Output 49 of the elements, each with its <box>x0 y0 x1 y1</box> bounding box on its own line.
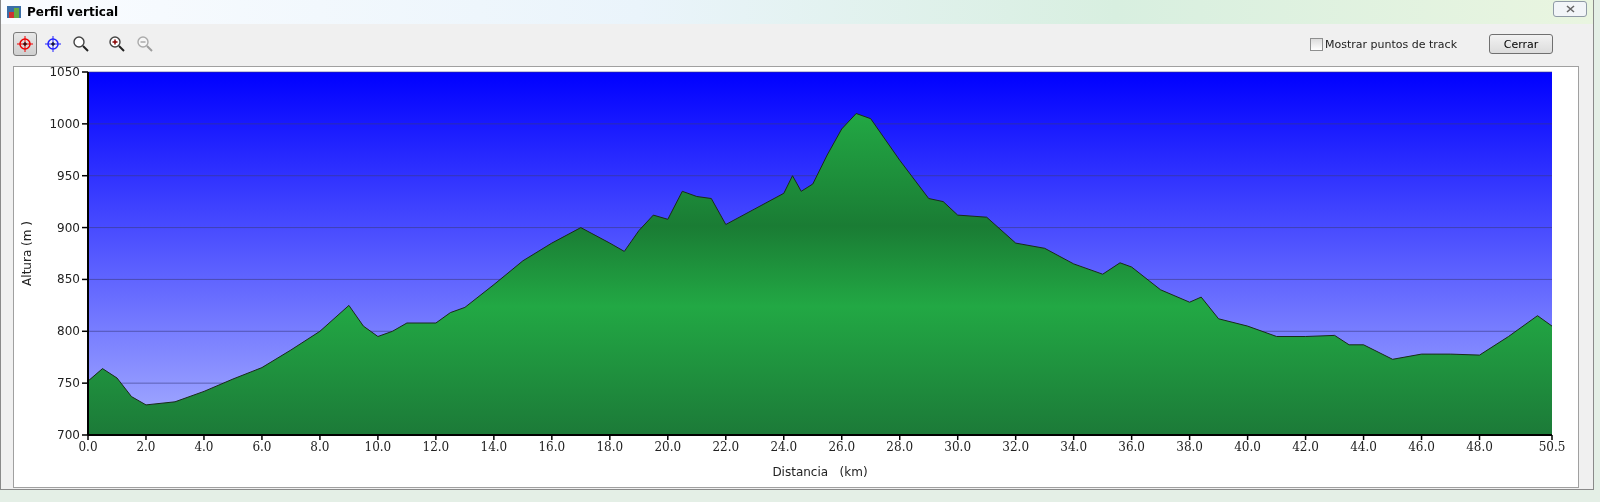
x-tick-label: 48.0 <box>1466 440 1493 454</box>
y-tick-label: 750 <box>57 376 80 391</box>
zoom-in-icon <box>108 35 126 53</box>
x-tick-label: 0.0 <box>78 440 98 454</box>
x-tick-label: 10.0 <box>364 440 392 454</box>
x-tick-label: 44.0 <box>1350 440 1377 454</box>
y-tick-label: 850 <box>57 272 80 287</box>
close-button[interactable] <box>1553 1 1587 17</box>
zoom-out-icon <box>136 35 154 53</box>
x-tick-label: 42.0 <box>1292 440 1319 454</box>
x-tick-label: 4.0 <box>194 440 214 454</box>
x-tick-label: 36.0 <box>1118 440 1145 454</box>
x-tick-label: 46.0 <box>1408 440 1435 454</box>
x-tick-label: 14.0 <box>480 440 508 454</box>
x-tick-label: 32.0 <box>1002 440 1030 454</box>
x-tick-label: 8.0 <box>310 440 330 454</box>
x-tick-label: 22.0 <box>712 440 740 454</box>
x-tick-label: 16.0 <box>538 440 566 454</box>
x-tick-label: 6.0 <box>252 440 272 454</box>
x-tick-label: 20.0 <box>654 440 682 454</box>
close-dialog-button[interactable]: Cerrar <box>1489 34 1553 54</box>
y-tick-label: 800 <box>57 324 80 339</box>
checkbox-label: Mostrar puntos de track <box>1325 37 1457 51</box>
y-axis-title: Altura (m ) <box>20 221 34 286</box>
x-tick-label: 38.0 <box>1176 440 1203 454</box>
checkbox[interactable] <box>1310 37 1323 51</box>
x-tick-label: 30.0 <box>944 440 972 454</box>
x-axis-title: Distancia (km) <box>772 465 868 479</box>
x-tick-label: 24.0 <box>770 440 798 454</box>
tool-button[interactable] <box>13 32 37 56</box>
y-tick-label: 950 <box>57 168 80 183</box>
app-icon <box>7 5 21 19</box>
x-tick-label: 28.0 <box>886 440 914 454</box>
x-tick-label: 26.0 <box>828 440 856 454</box>
zoom-icon <box>72 35 90 53</box>
x-tick-label: 2.0 <box>136 440 156 454</box>
x-tick-label: 50.5 <box>1538 440 1566 454</box>
x-tick-label: 34.0 <box>1060 440 1087 454</box>
y-tick-label: 1050 <box>49 67 80 79</box>
close-icon <box>1565 5 1575 13</box>
y-tick-label: 700 <box>57 428 80 442</box>
y-tick-label: 900 <box>57 220 80 235</box>
crosshair-icon <box>16 35 34 53</box>
crosshair-icon <box>44 35 62 53</box>
x-tick-label: 18.0 <box>596 440 624 454</box>
x-tick-label: 40.0 <box>1234 440 1261 454</box>
x-tick-label: 12.0 <box>422 440 450 454</box>
window-title: Perfil vertical <box>27 5 119 19</box>
y-tick-label: 1000 <box>49 116 80 131</box>
